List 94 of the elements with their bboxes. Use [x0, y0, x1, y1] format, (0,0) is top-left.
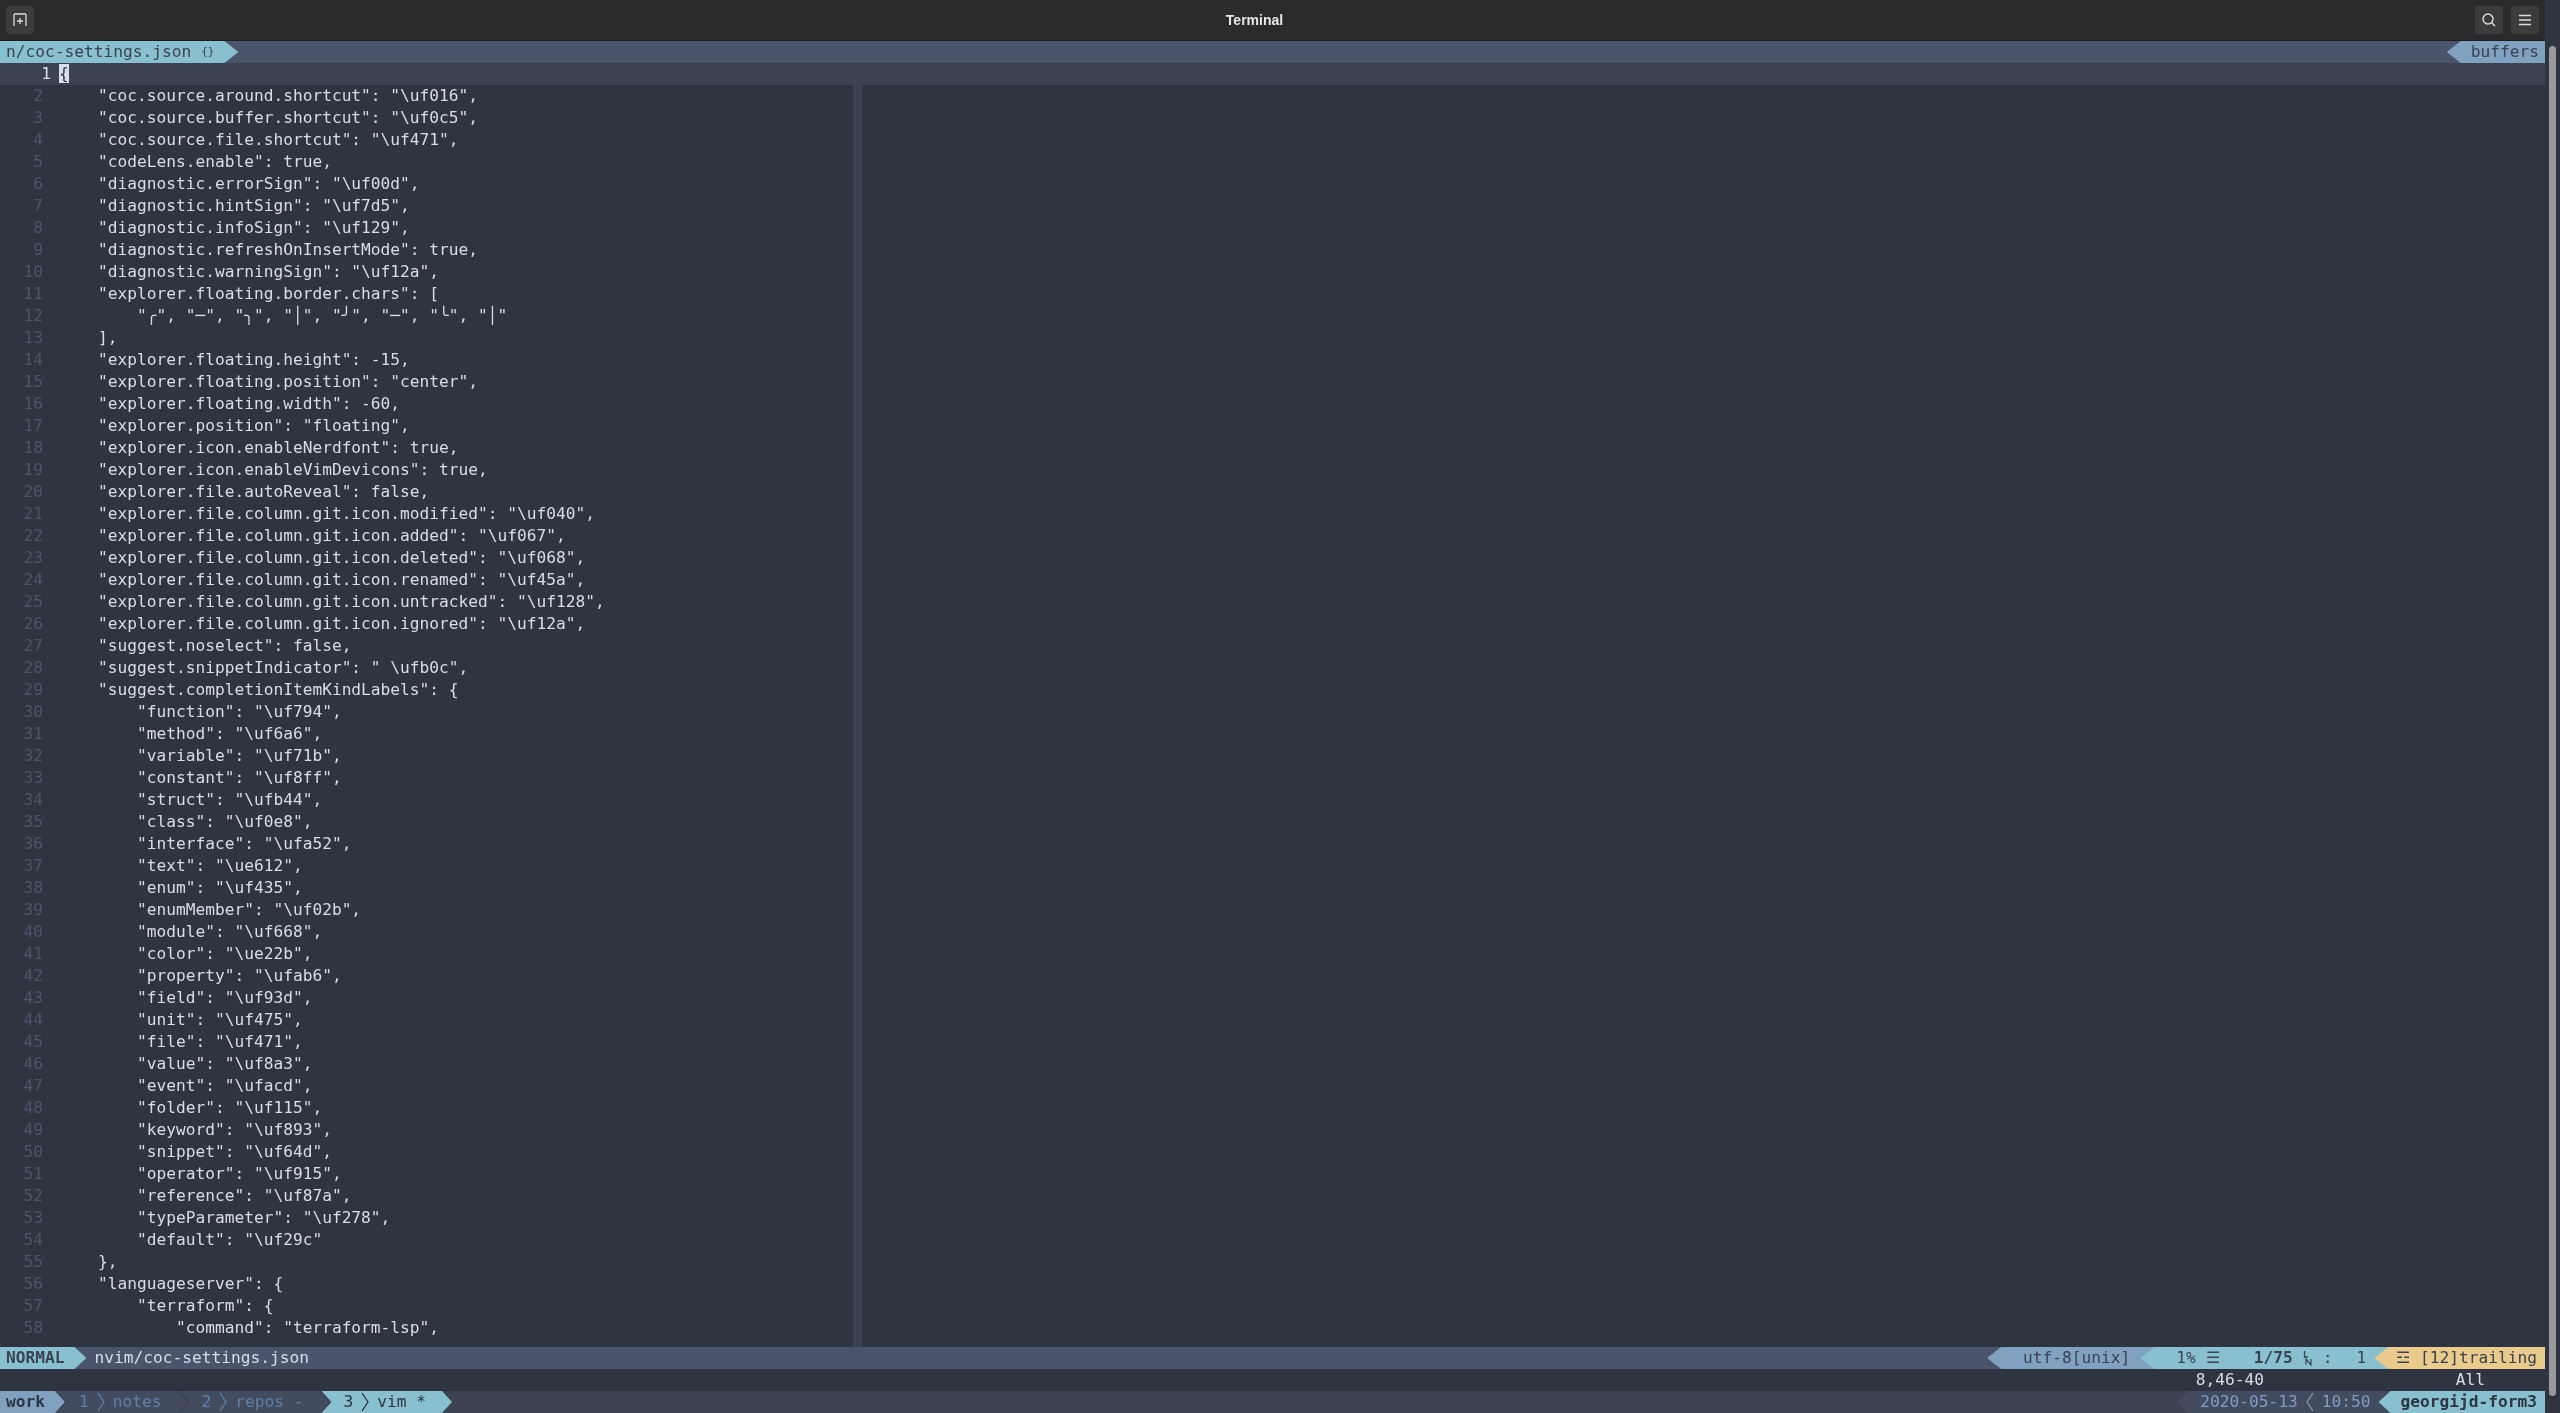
window-index: 1 — [79, 1391, 89, 1413]
code-line: "default": "\uf29c" — [135, 1229, 323, 1251]
code-line: "explorer.icon.enableVimDevicons": true, — [96, 459, 488, 481]
code-line: "explorer.file.column.git.icon.modified": "\uf040", — [96, 503, 595, 525]
file-path: nvim/coc-settings.json — [93, 1347, 309, 1369]
code-line: "snippet": "\uf64d", — [135, 1141, 332, 1163]
code-line: "operator": "\uf915", — [135, 1163, 342, 1185]
code-line: "explorer.floating.height": -15, — [96, 349, 410, 371]
window-index: 2 — [201, 1391, 212, 1413]
code-line: "explorer.file.column.git.icon.untracked": "\uf128", — [96, 591, 605, 613]
code-line: "explorer.file.column.git.icon.deleted": "\uf068", — [96, 547, 586, 569]
code-line: "command": "terraform-lsp", — [174, 1317, 440, 1339]
code-line: "module": "\uf668", — [135, 921, 323, 943]
code-line: "function": "\uf794", — [135, 701, 342, 723]
code-line: "explorer.file.column.git.icon.renamed": "\uf45a", — [96, 569, 586, 591]
code-line: "explorer.file.column.git.icon.added": "\uf067", — [96, 525, 566, 547]
code-line: "codeLens.enable": true, — [96, 151, 332, 173]
window-title: Terminal — [1225, 12, 1284, 28]
line-number: 1 — [40, 63, 52, 85]
date-label: 2020-05-13 — [2200, 1391, 2298, 1413]
code-line: "interface": "\ufa52", — [135, 833, 352, 855]
code-line: "enum": "\uf435", — [135, 877, 303, 899]
time-label: 10:50 — [2321, 1391, 2371, 1413]
line-position: 1/75 — [2252, 1347, 2293, 1369]
code-line: "method": "\uf6a6", — [135, 723, 323, 745]
window-name: vim * — [377, 1391, 426, 1413]
code-line: "variable": "\uf71b", — [135, 745, 342, 767]
code-line: "suggest.completionItemKindLabels": { — [96, 679, 459, 701]
code-line: "explorer.position": "floating", — [96, 415, 410, 437]
code-line: "keyword": "\uf893", — [135, 1119, 332, 1141]
mode-indicator: NORMAL — [0, 1347, 87, 1369]
line-number-icon — [2302, 1350, 2313, 1366]
code-line: "explorer.file.column.git.icon.ignored": "\uf12a", — [96, 613, 586, 635]
code-line: "diagnostic.infoSign": "\uf129", — [96, 217, 410, 239]
code-line: "explorer.file.autoReveal": false, — [96, 481, 430, 503]
code-line: "diagnostic.hintSign": "\uf7d5", — [96, 195, 410, 217]
code-line: "folder": "\uf115", — [135, 1097, 323, 1119]
code-line: "suggest.snippetIndicator": " \ufb0c", — [96, 657, 469, 679]
code-line: "coc.source.buffer.shortcut": "\uf0c5", — [96, 107, 479, 129]
window-name: notes — [112, 1391, 162, 1413]
scroll-position: All — [2455, 1369, 2485, 1391]
code-line: "typeParameter": "\uf278", — [135, 1207, 391, 1229]
search-button[interactable] — [2475, 6, 2503, 34]
trailing-warning: ☲ [12]trailing — [2374, 1347, 2545, 1369]
percent-label: 1% — [2176, 1347, 2196, 1369]
code-line: "enumMember": "\uf02b", — [135, 899, 362, 921]
code-line: "class": "\uf0e8", — [135, 811, 313, 833]
code-line: "coc.source.file.shortcut": "\uf471", — [96, 129, 459, 151]
code-line: "diagnostic.warningSign": "\uf12a", — [96, 261, 440, 283]
code-line: "explorer.floating.position": "center", — [96, 371, 479, 393]
code-line: "file": "\uf471", — [135, 1031, 303, 1053]
chevron-icon — [361, 1392, 370, 1412]
percent-icon: ☰ — [2205, 1347, 2220, 1369]
code-line: "property": "\ufab6", — [135, 965, 342, 987]
search-icon — [2481, 12, 2497, 28]
chevron-icon — [219, 1392, 228, 1412]
menu-button[interactable] — [2511, 6, 2539, 34]
code-line: "diagnostic.errorSign": "\uf00d", — [96, 173, 420, 195]
scrollbar[interactable] — [2549, 46, 2556, 1396]
host-name: georgijd-form3 — [2378, 1391, 2545, 1413]
code-line: "explorer.floating.border.chars": [ — [96, 283, 440, 305]
code-line: "field": "\uf93d", — [135, 987, 313, 1009]
code-line: "╭", "─", "╮", "│", "╯", "─", "╰", "│" — [135, 305, 508, 327]
column-number: 1 — [2355, 1347, 2367, 1369]
code-line: "explorer.floating.width": -60, — [96, 393, 401, 415]
code-line: "event": "\ufacd", — [135, 1075, 313, 1097]
file-tab[interactable]: n/coc-settings.json {} — [0, 41, 239, 63]
chevron-icon — [2305, 1392, 2314, 1412]
menu-icon — [2518, 14, 2532, 26]
cursor-ruler: 8,46-40 — [2195, 1369, 2265, 1391]
window-tab[interactable]: 3 vim * — [321, 1391, 452, 1413]
code-line: "languageserver": { — [96, 1273, 284, 1295]
new-tab-button[interactable] — [6, 6, 34, 34]
code-line: "explorer.icon.enableNerdfont": true, — [96, 437, 459, 459]
code-line: "unit": "\uf475", — [135, 1009, 303, 1031]
column-separator: : — [2322, 1347, 2333, 1369]
code-line: "struct": "\ufb44", — [135, 789, 323, 811]
buffers-label: buffers — [2446, 41, 2545, 63]
code-line: "coc.source.around.shortcut": "\uf016", — [96, 85, 479, 107]
code-line: "value": "\uf8a3", — [135, 1053, 313, 1075]
code-line: "constant": "\uf8ff", — [135, 767, 342, 789]
chevron-icon — [96, 1392, 105, 1412]
code-line: "diagnostic.refreshOnInsertMode": true, — [96, 239, 479, 261]
code-line: "text": "\ue612", — [135, 855, 303, 877]
code-line: "suggest.noselect": false, — [96, 635, 352, 657]
window-index: 3 — [343, 1391, 354, 1413]
code-line: "color": "\ue22b", — [135, 943, 313, 965]
new-tab-icon — [12, 12, 28, 28]
code-line: ], — [96, 327, 118, 349]
encoding-label: utf-8[unix] — [1987, 1347, 2155, 1369]
code-line: "terraform": { — [135, 1295, 274, 1317]
window-name: repos - — [235, 1391, 304, 1413]
code-line: }, — [96, 1251, 118, 1273]
code-line: "reference": "\uf87a", — [135, 1185, 352, 1207]
